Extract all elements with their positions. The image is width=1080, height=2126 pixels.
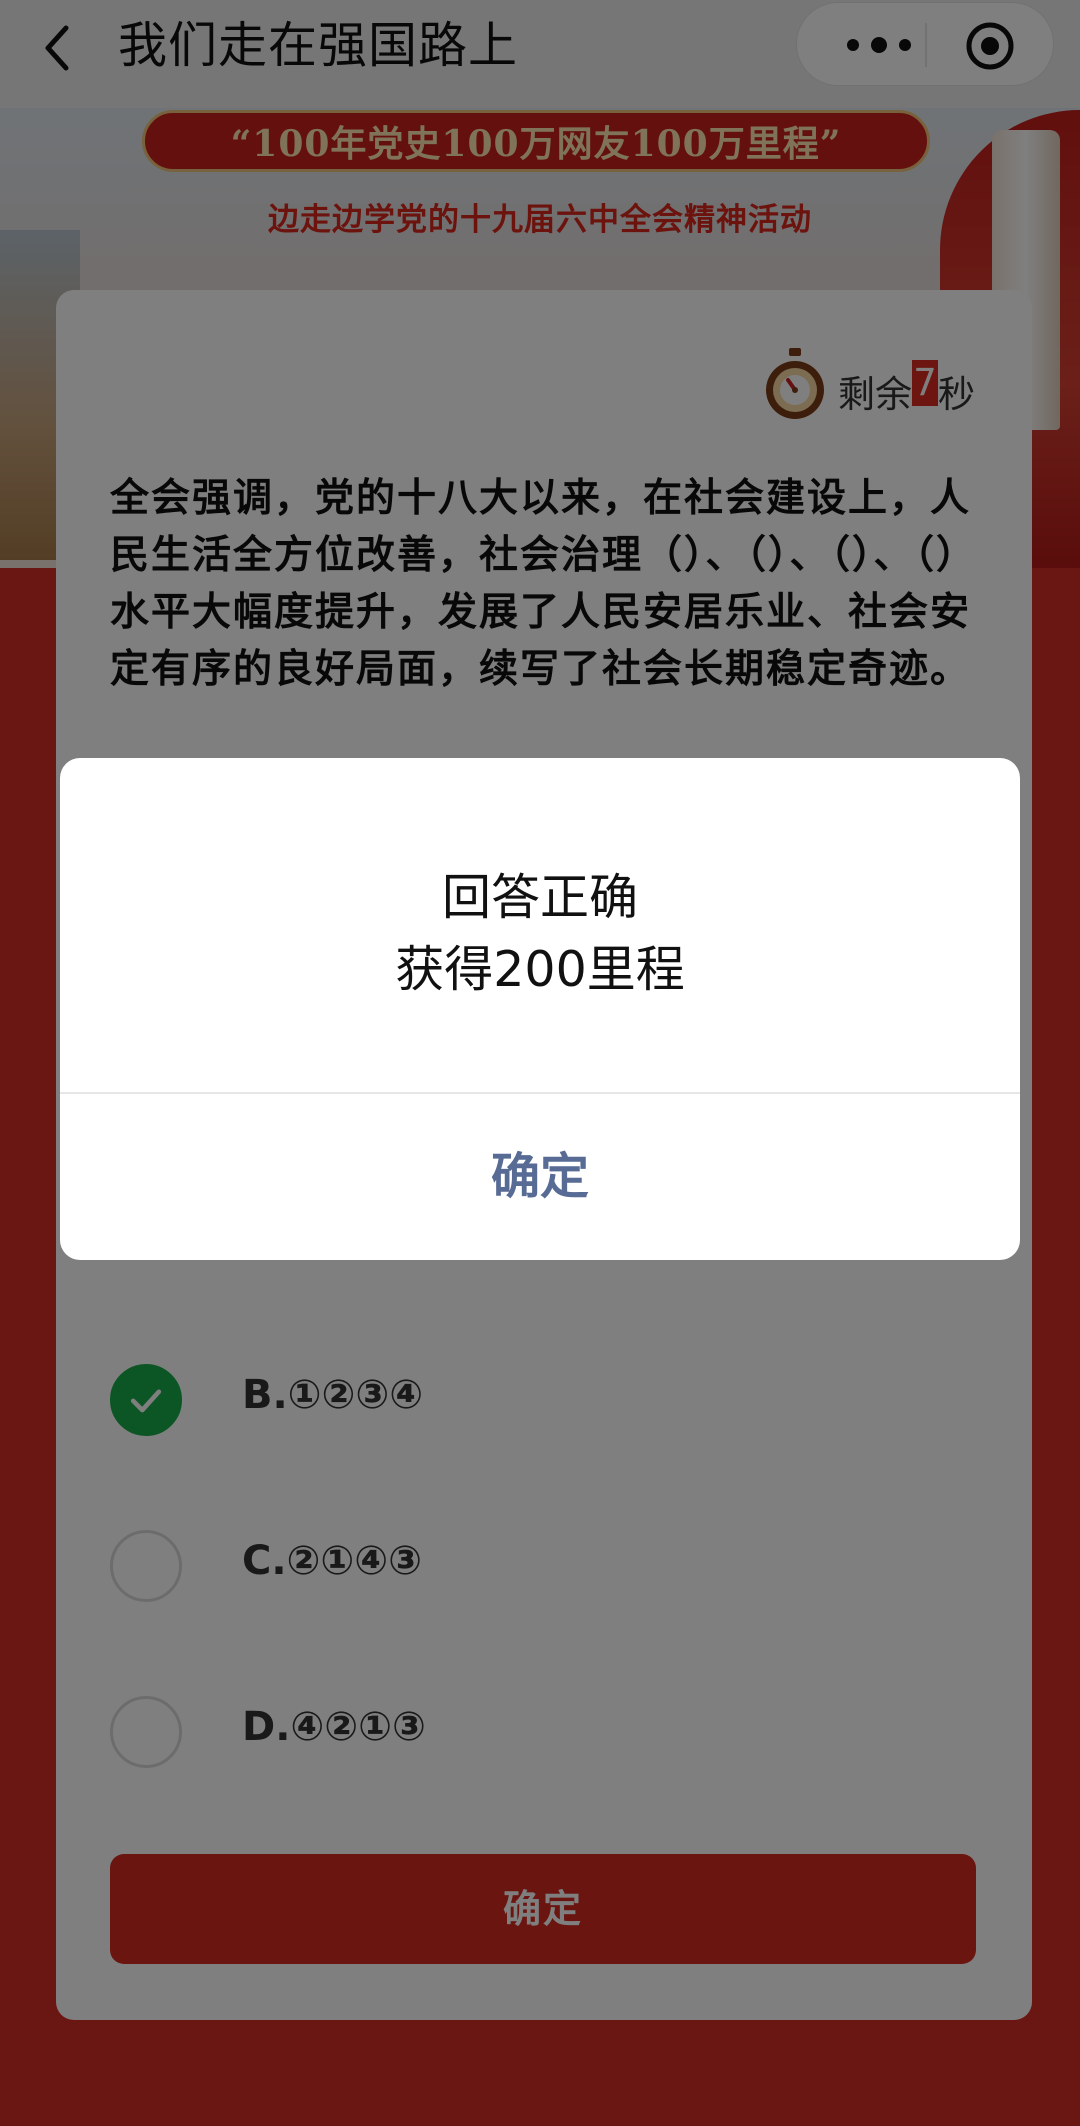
result-dialog: 回答正确 获得200里程 确定: [60, 758, 1020, 1260]
dialog-body: 回答正确 获得200里程: [60, 758, 1020, 1092]
dialog-title: 回答正确: [441, 869, 638, 926]
app-stage: 我们走在强国路上 “100年党史100万网友100万里程” 边走边学党的十九届六…: [0, 0, 1080, 2126]
dialog-confirm-button[interactable]: 确定: [60, 1094, 1020, 1260]
dialog-message: 获得200里程: [395, 941, 685, 998]
